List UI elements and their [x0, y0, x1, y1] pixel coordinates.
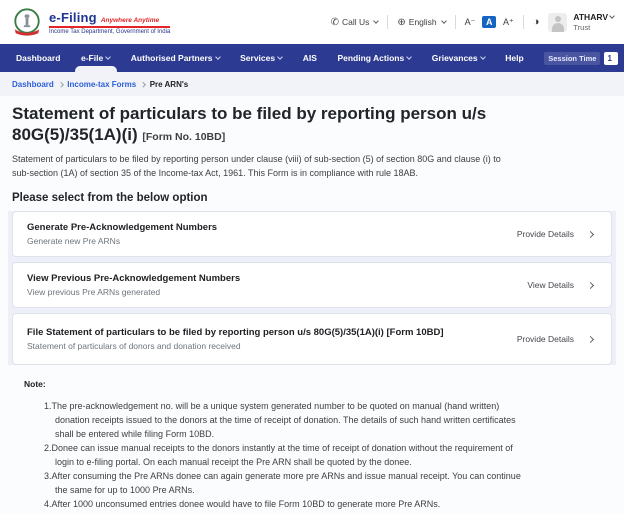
chevron-down-icon [105, 54, 111, 60]
govt-emblem-icon [12, 7, 42, 37]
chevron-down-icon [215, 54, 221, 60]
call-us-menu[interactable]: ✆ Call Us [331, 17, 379, 28]
breadcrumb-dashboard[interactable]: Dashboard [12, 80, 54, 89]
form-number-label: [Form No. 10BD] [142, 131, 225, 143]
chevron-down-icon [277, 54, 283, 60]
card-title: View Previous Pre-Acknowledgement Number… [27, 273, 240, 284]
chevron-down-icon [406, 54, 412, 60]
option-cards: Generate Pre-Acknowledgement Numbers Gen… [8, 211, 616, 365]
divider [387, 15, 388, 29]
phone-icon: ✆ [331, 17, 339, 28]
contrast-toggle-icon[interactable]: ◑ [533, 16, 540, 28]
note-item: Donee can issue manual receipts to the d… [44, 442, 522, 470]
language-menu[interactable]: ⊕ English [397, 17, 445, 28]
card-subtitle: Statement of particulars of donors and d… [27, 341, 443, 351]
chevron-down-icon [609, 13, 615, 19]
nav-grievances[interactable]: Grievances [432, 44, 485, 72]
nav-authorised-partners[interactable]: Authorised Partners [131, 44, 220, 72]
note-item: After 1000 unconsumed entries donee woul… [44, 498, 522, 512]
card-title: Generate Pre-Acknowledgement Numbers [27, 222, 217, 233]
nav-ais[interactable]: AIS [303, 44, 317, 72]
brand-name: e-Filing [49, 10, 97, 25]
font-decrease-button[interactable]: A⁻ [465, 17, 476, 28]
efiling-logo[interactable]: e-Filing Anywhere Anytime Income Tax Dep… [12, 7, 170, 37]
divider [523, 15, 524, 29]
breadcrumb-current: Pre ARN's [150, 80, 189, 89]
card-subtitle: Generate new Pre ARNs [27, 236, 217, 246]
globe-icon: ⊕ [397, 17, 405, 28]
card-subtitle: View previous Pre ARNs generated [27, 287, 240, 297]
note-section: Note: The pre-acknowledgement no. will b… [12, 365, 612, 514]
call-us-label: Call Us [342, 17, 369, 27]
brand-subtitle: Income Tax Department, Government of Ind… [49, 29, 170, 35]
card-view-previous-pre-arn[interactable]: View Previous Pre-Acknowledgement Number… [12, 262, 612, 308]
divider [455, 15, 456, 29]
language-label: English [409, 17, 437, 27]
active-tab-indicator [75, 66, 117, 72]
provide-details-link[interactable]: Provide Details [517, 334, 574, 344]
chevron-right-icon [58, 82, 63, 87]
note-label: Note: [24, 379, 600, 389]
chevron-right-icon [140, 82, 145, 87]
view-details-link[interactable]: View Details [527, 280, 574, 290]
brand-tagline: Anywhere Anytime [101, 17, 159, 24]
avatar [548, 13, 567, 32]
card-file-form-10bd[interactable]: File Statement of particulars to be file… [12, 313, 612, 365]
font-increase-button[interactable]: A⁺ [503, 17, 514, 28]
user-menu[interactable]: ATHARV Trust [548, 12, 614, 32]
card-generate-pre-arn[interactable]: Generate Pre-Acknowledgement Numbers Gen… [12, 211, 612, 257]
chevron-right-icon [587, 336, 594, 343]
chevron-right-icon [587, 231, 594, 238]
main-navbar: Dashboard e-File Authorised Partners Ser… [0, 44, 624, 72]
nav-help[interactable]: Help [505, 44, 523, 72]
breadcrumb: Dashboard Income-tax Forms Pre ARN's [0, 72, 624, 96]
note-item: The pre-acknowledgement no. will be a un… [44, 400, 522, 442]
top-header: e-Filing Anywhere Anytime Income Tax Dep… [0, 0, 624, 44]
card-title: File Statement of particulars to be file… [27, 327, 443, 338]
user-role: Trust [573, 23, 614, 32]
font-default-button[interactable]: A [482, 16, 496, 28]
note-list: The pre-acknowledgement no. will be a un… [44, 400, 522, 514]
chevron-down-icon [441, 18, 447, 24]
page-description: Statement of particulars to be filed by … [12, 153, 514, 180]
provide-details-link[interactable]: Provide Details [517, 229, 574, 239]
session-time-value: 1 [604, 52, 617, 65]
nav-dashboard[interactable]: Dashboard [16, 44, 60, 72]
nav-efile[interactable]: e-File [81, 44, 110, 72]
session-time-label: Session Time [544, 52, 600, 65]
session-timer: Session Time 1 [544, 52, 618, 65]
page-title: Statement of particulars to be filed by … [12, 104, 520, 145]
breadcrumb-income-tax-forms[interactable]: Income-tax Forms [67, 80, 136, 89]
main-content: Dashboard Income-tax Forms Pre ARN's Sta… [0, 72, 624, 514]
user-name: ATHARV [573, 12, 608, 22]
nav-services[interactable]: Services [240, 44, 282, 72]
chevron-right-icon [587, 282, 594, 289]
select-option-heading: Please select from the below option [12, 192, 612, 204]
chevron-down-icon [480, 54, 486, 60]
note-item: After consuming the Pre ARNs donee can a… [44, 470, 522, 498]
chevron-down-icon [374, 18, 380, 24]
nav-pending-actions[interactable]: Pending Actions [337, 44, 411, 72]
